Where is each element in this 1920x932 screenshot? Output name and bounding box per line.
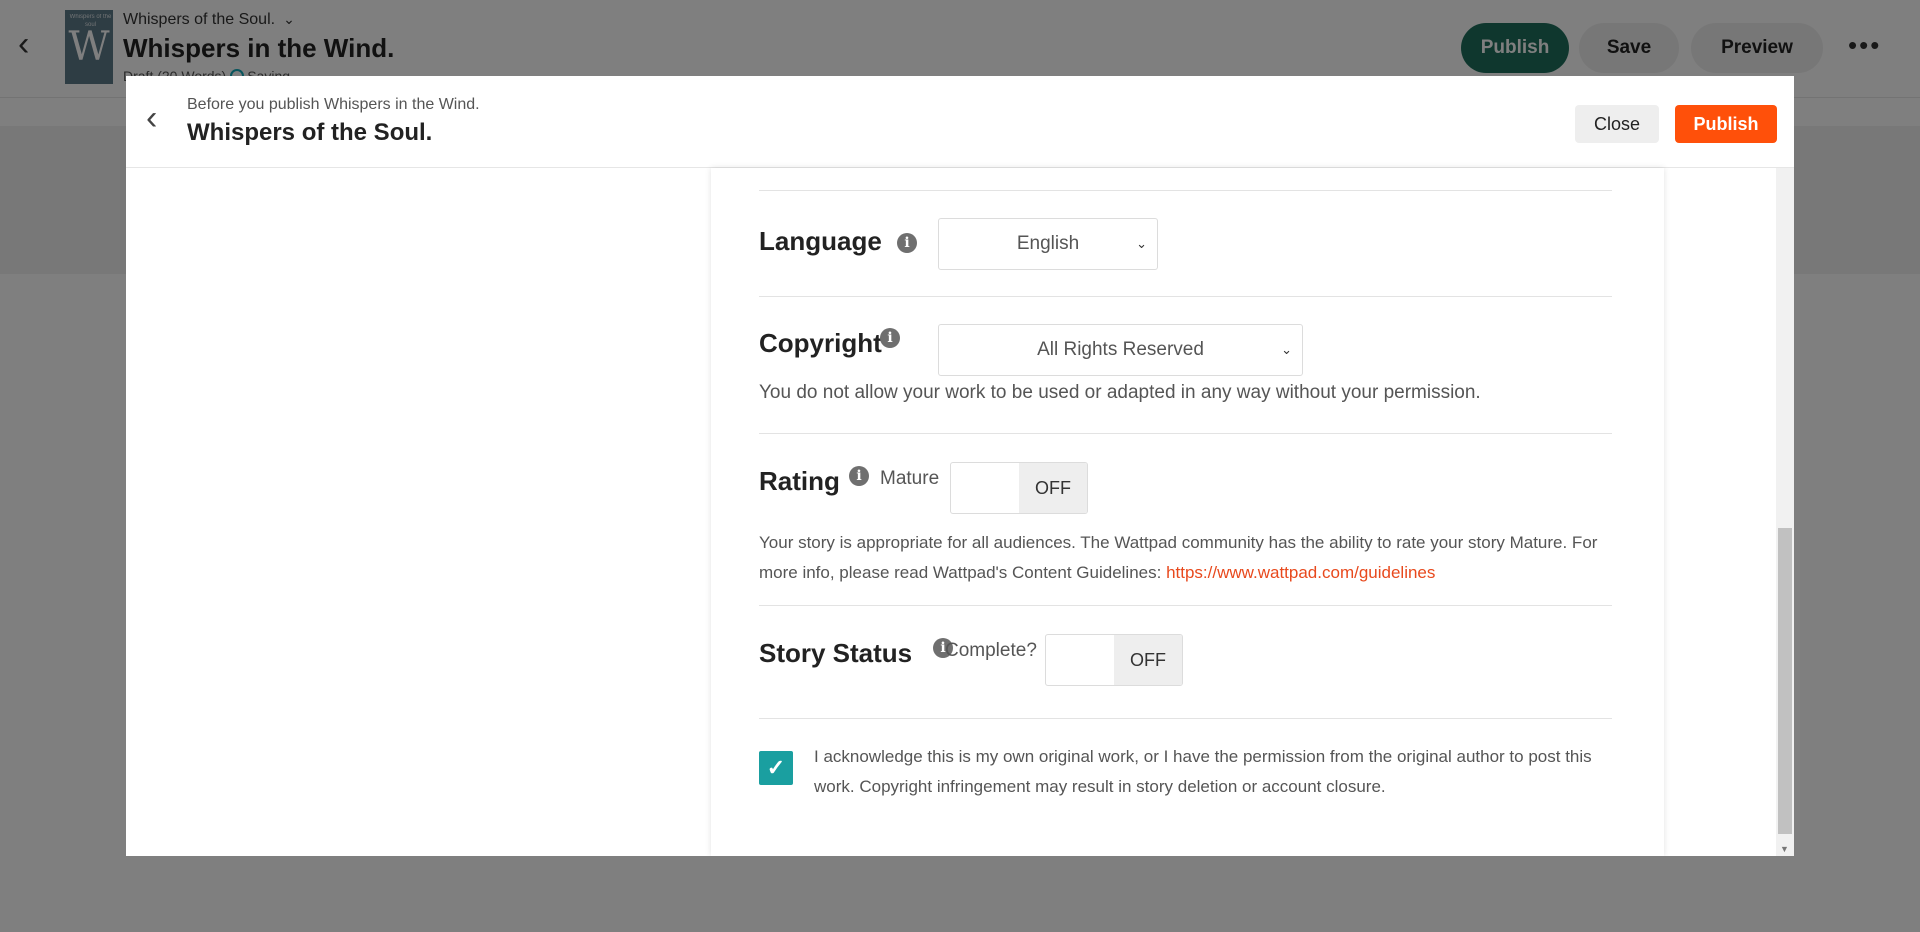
mature-toggle[interactable]: OFF <box>950 462 1088 514</box>
divider <box>759 605 1612 606</box>
rating-label: Rating <box>759 466 840 496</box>
close-button[interactable]: Close <box>1575 105 1659 143</box>
publish-button[interactable]: Publish <box>1675 105 1777 143</box>
mature-label: Mature <box>880 468 940 489</box>
language-info-icon[interactable]: i <box>897 233 917 253</box>
story-status-label: Story Status <box>759 638 913 668</box>
divider <box>759 433 1612 434</box>
mature-toggle-state: OFF <box>1019 463 1087 513</box>
divider <box>759 296 1612 297</box>
complete-toggle[interactable]: OFF <box>1045 634 1183 686</box>
scroll-down-arrow-icon[interactable]: ▼ <box>1780 844 1789 854</box>
copyright-description: You do not allow your work to be used or… <box>759 382 1481 403</box>
scrollbar-thumb[interactable] <box>1778 528 1792 834</box>
publish-modal: ‹ Before you publish Whispers in the Win… <box>126 76 1794 856</box>
acknowledge-text: I acknowledge this is my own original wo… <box>814 747 1592 796</box>
copyright-label: Copyright <box>759 328 882 358</box>
language-label: Language <box>759 226 882 256</box>
rating-description: Your story is appropriate for all audien… <box>759 528 1619 588</box>
divider <box>759 718 1612 719</box>
chevron-down-icon: ⌄ <box>1136 236 1147 251</box>
copyright-select[interactable]: All Rights Reserved ⌄ <box>938 324 1303 376</box>
acknowledge-checkbox[interactable]: ✓ <box>759 751 793 785</box>
complete-toggle-state: OFF <box>1114 635 1182 685</box>
rating-info-icon[interactable]: i <box>849 466 869 486</box>
modal-scroll-area: Language i English ⌄ Copyright i All Rig… <box>126 168 1794 856</box>
copyright-value: All Rights Reserved <box>1037 339 1204 360</box>
language-select[interactable]: English ⌄ <box>938 218 1158 270</box>
complete-label: Complete? <box>945 640 1037 661</box>
modal-header: ‹ Before you publish Whispers in the Win… <box>126 76 1794 168</box>
modal-scrollbar[interactable]: ▼ <box>1776 168 1794 856</box>
modal-subtitle: Before you publish Whispers in the Wind. <box>187 96 480 113</box>
language-value: English <box>1016 233 1080 254</box>
chevron-down-icon: ⌄ <box>1281 342 1292 357</box>
modal-back-icon[interactable]: ‹ <box>146 98 157 138</box>
copyright-info-icon[interactable]: i <box>880 328 900 348</box>
story-details-card: Language i English ⌄ Copyright i All Rig… <box>711 168 1664 856</box>
modal-title: Whispers of the Soul. <box>187 119 433 146</box>
guidelines-link[interactable]: https://www.wattpad.com/guidelines <box>1166 563 1435 582</box>
divider <box>759 190 1612 191</box>
